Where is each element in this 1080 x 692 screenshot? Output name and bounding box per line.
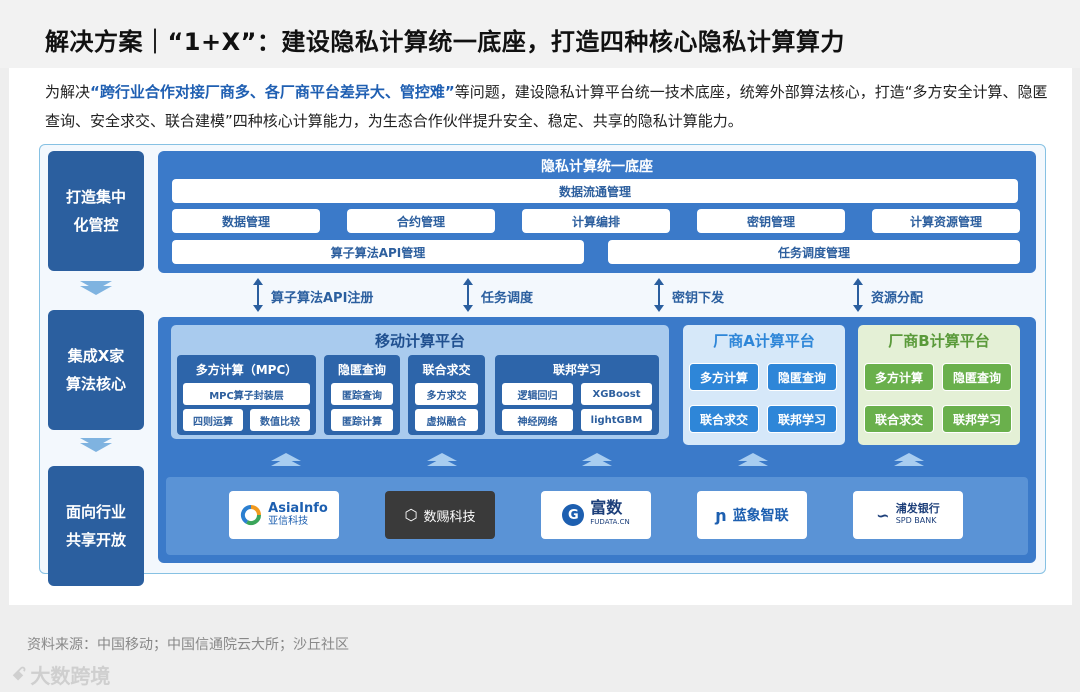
unified-base-panel: 隐私计算统一底座 数据流通管理 数据管理 合约管理 计算编排 密钥管理 计算资源… bbox=[158, 151, 1036, 273]
mobile-compute-platform: 移动计算平台 多方计算（MPC） MPC算子封装层 四则运算 数值比较 隐匿查询… bbox=[171, 325, 669, 439]
chip-neural-network: 神经网络 bbox=[502, 409, 573, 431]
vendor-a-private-query: 隐匿查询 bbox=[767, 363, 837, 391]
logo-asiainfo: AsiaInfo 亚信科技 bbox=[229, 491, 339, 539]
chip-lightgbm: lightGBM bbox=[581, 409, 652, 431]
chip-arithmetic: 四则运算 bbox=[183, 409, 243, 431]
unified-base-title: 隐私计算统一底座 bbox=[541, 159, 653, 175]
left-box-integrate-algorithms: 集成X家算法核心 bbox=[48, 310, 144, 430]
vendor-b-federated-learning: 联邦学习 bbox=[942, 405, 1012, 433]
module-compute-orchestration: 计算编排 bbox=[522, 209, 670, 233]
partner-logos-strip: AsiaInfo 亚信科技 ⬡ 数赐科技 G 富数 FUDATA.CN ɲ 蓝象… bbox=[166, 477, 1028, 555]
intro-text-1: 为解决 bbox=[45, 83, 91, 101]
chip-mpc-wrapper: MPC算子封装层 bbox=[183, 383, 310, 405]
page-title: 解决方案｜“1+X”：建设隐私计算统一底座，打造四种核心隐私计算算力 bbox=[45, 28, 845, 56]
content-card: 为解决“跨行业合作对接厂商多、各厂商平台差异大、管控难”等问题，建设隐私计算平台… bbox=[9, 68, 1072, 605]
group-private-query: 隐匿查询 匿踪查询 匿踪计算 bbox=[324, 355, 400, 435]
module-task-scheduling-management: 任务调度管理 bbox=[608, 240, 1020, 264]
vendor-b-private-query: 隐匿查询 bbox=[942, 363, 1012, 391]
module-data-management: 数据管理 bbox=[172, 209, 320, 233]
logo-fudata: G 富数 FUDATA.CN bbox=[541, 491, 651, 539]
intro-highlight: “跨行业合作对接厂商多、各厂商平台差异大、管控难” bbox=[90, 83, 455, 101]
vendor-a-mpc: 多方计算 bbox=[689, 363, 759, 391]
mobile-platform-title: 移动计算平台 bbox=[374, 332, 465, 350]
source-note: 资料来源：中国移动；中国信通院云大所；沙丘社区 bbox=[27, 637, 349, 653]
up-chevron-icon bbox=[427, 453, 457, 466]
group-mpc: 多方计算（MPC） MPC算子封装层 四则运算 数值比较 bbox=[177, 355, 316, 435]
left-box-industry-sharing: 面向行业共享开放 bbox=[48, 466, 144, 586]
chip-numeric-compare: 数值比较 bbox=[250, 409, 310, 431]
group-federated-learning: 联邦学习 逻辑回归 XGBoost 神经网络 lightGBM bbox=[495, 355, 659, 435]
double-arrow-icon bbox=[653, 278, 665, 312]
vendor-b-title: 厂商B计算平台 bbox=[888, 332, 990, 350]
lanxiang-icon: ɲ bbox=[715, 505, 727, 525]
group-joint-intersection: 联合求交 多方求交 虚拟融合 bbox=[408, 355, 485, 435]
module-resource-management: 计算资源管理 bbox=[872, 209, 1020, 233]
chip-multi-party-intersection: 多方求交 bbox=[415, 383, 478, 405]
chip-anonymous-compute: 匿踪计算 bbox=[331, 409, 393, 431]
vendor-a-joint-intersection: 联合求交 bbox=[689, 405, 759, 433]
spdb-icon: ∽ bbox=[876, 505, 890, 525]
left-box-centralized-control: 打造集中化管控 bbox=[48, 151, 144, 271]
down-chevron-icon bbox=[78, 281, 114, 295]
watermark-logo-icon: ꗃ bbox=[12, 664, 27, 685]
vendor-a-federated-learning: 联邦学习 bbox=[767, 405, 837, 433]
asiainfo-icon bbox=[241, 504, 262, 526]
double-arrow-icon bbox=[462, 278, 474, 312]
title-bar: 解决方案｜“1+X”：建设隐私计算统一底座，打造四种核心隐私计算算力 bbox=[0, 0, 1080, 68]
vendor-a-title: 厂商A计算平台 bbox=[713, 332, 815, 350]
arrow-label-task-dispatch: 任务调度 bbox=[481, 291, 534, 306]
chip-logistic-regression: 逻辑回归 bbox=[502, 383, 573, 405]
up-chevron-icon bbox=[582, 453, 612, 466]
down-chevron-icon bbox=[78, 438, 114, 452]
arrow-label-key-distribution: 密钥下发 bbox=[672, 291, 725, 306]
watermark: ꗃ 大数跨境 bbox=[12, 664, 111, 688]
intro-paragraph: 为解决“跨行业合作对接厂商多、各厂商平台差异大、管控难”等问题，建设隐私计算平台… bbox=[45, 78, 1055, 136]
cube-icon: ⬡ bbox=[404, 506, 418, 524]
double-arrow-icon bbox=[252, 278, 264, 312]
double-arrow-icon bbox=[852, 278, 864, 312]
compute-platforms-panel: 移动计算平台 多方计算（MPC） MPC算子封装层 四则运算 数值比较 隐匿查询… bbox=[158, 317, 1036, 563]
fudata-icon: G bbox=[562, 504, 585, 526]
module-key-management: 密钥管理 bbox=[697, 209, 845, 233]
logo-spdb: ∽ 浦发银行 SPD BANK bbox=[853, 491, 963, 539]
chip-anonymous-query: 匿踪查询 bbox=[331, 383, 393, 405]
vendor-a-platform: 厂商A计算平台 多方计算 隐匿查询 联合求交 联邦学习 bbox=[683, 325, 845, 445]
data-flow-management: 数据流通管理 bbox=[172, 179, 1018, 203]
module-operator-api-management: 算子算法API管理 bbox=[172, 240, 584, 264]
logo-lanxiang: ɲ 蓝象智联 bbox=[697, 491, 807, 539]
arrow-label-resource-allocation: 资源分配 bbox=[871, 291, 924, 306]
arrow-label-api-register: 算子算法API注册 bbox=[271, 291, 374, 306]
up-chevron-icon bbox=[271, 453, 301, 466]
module-contract-management: 合约管理 bbox=[347, 209, 495, 233]
up-chevron-icon bbox=[738, 453, 768, 466]
logo-shuyi: ⬡ 数赐科技 bbox=[385, 491, 495, 539]
vendor-b-mpc: 多方计算 bbox=[864, 363, 934, 391]
chip-virtual-fusion: 虚拟融合 bbox=[415, 409, 478, 431]
vendor-b-joint-intersection: 联合求交 bbox=[864, 405, 934, 433]
vendor-b-platform: 厂商B计算平台 多方计算 隐匿查询 联合求交 联邦学习 bbox=[858, 325, 1020, 445]
architecture-diagram: 打造集中化管控 集成X家算法核心 面向行业共享开放 隐私计算统一底座 数据流通管… bbox=[39, 144, 1046, 586]
up-chevron-icon bbox=[894, 453, 924, 466]
chip-xgboost: XGBoost bbox=[581, 383, 652, 405]
